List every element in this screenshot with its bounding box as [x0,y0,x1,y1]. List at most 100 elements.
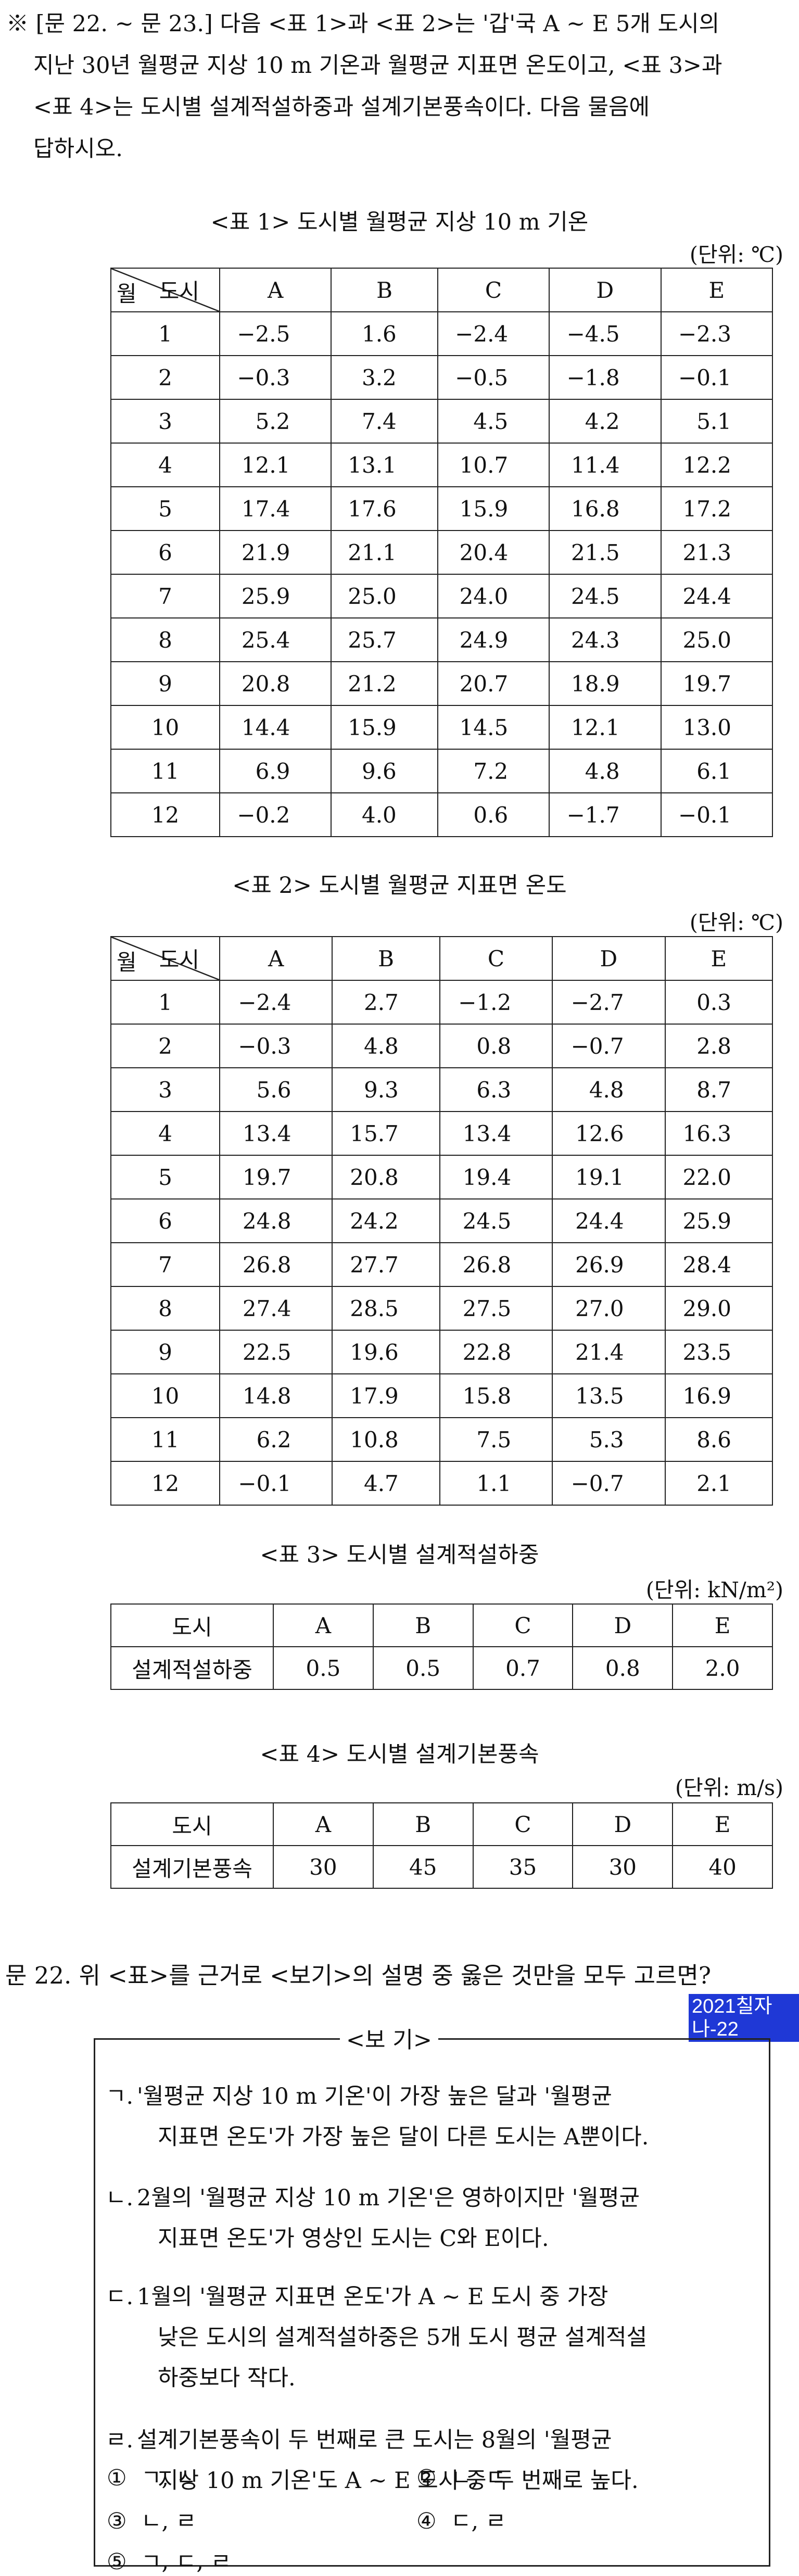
table2-cell: 24.2 [332,1198,440,1243]
table2-month-cell: 5 [110,1155,220,1199]
table2-cell: 16.9 [664,1373,773,1418]
table4-header-city: A [273,1802,374,1846]
bogi-title: <보 기> [340,2022,438,2054]
table1-caption: <표 1> 도시별 월평균 지상 10 m 기온 [210,209,589,235]
table2-month-cell: 12 [110,1461,220,1506]
intro-paragraph: ※ [문 22. ~ 문 23.] 다음 <표 1>과 <표 2>는 '갑'국 … [6,3,790,170]
table1-cell: 1.6 [331,311,438,356]
bogi-item: ㄱ. '월평균 지상 10 m 기온'이 가장 높은 달과 '월평균 지표면 온도… [106,2076,762,2157]
table1-corner: 도시 월 [110,268,220,312]
table2-cell: 8.6 [664,1417,773,1462]
table1-row: 12 −0.2 4.0 0.6 −1.7 −0.1 [110,792,773,837]
table2-row: 1 −2.4 2.7 −1.2 −2.7 0.3 [110,980,773,1025]
table1-cell: 16.8 [549,486,662,531]
table1-month-cell: 2 [110,355,220,400]
table2-cell: 0.8 [439,1024,553,1068]
choice-5[interactable]: ⑤ ㄱ, ㄷ, ㄹ [107,2544,231,2576]
table2-cell: 27.7 [332,1242,440,1287]
table1-cell: 17.6 [331,486,438,531]
table1-cell: 25.0 [331,574,438,618]
table1-row: 4 12.1 13.1 10.7 11.4 12.2 [110,443,773,487]
bogi-line: 1월의 '월평균 지표면 온도'가 A ~ E 도시 중 가장 [137,2284,608,2310]
choice-4[interactable]: ④ ㄷ, ㄹ [416,2503,506,2535]
bogi-line: 지표면 온도'가 영상인 도시는 C와 E이다. [158,2226,549,2252]
bogi-line: 하중보다 작다. [158,2365,296,2391]
table1-cell: 4.2 [549,399,662,444]
table1-month-cell: 10 [110,705,220,750]
table2-cell: 8.7 [664,1067,773,1112]
table2-corner-month: 월 [117,950,137,975]
table2-month-cell: 2 [110,1024,220,1068]
table1-cell: −0.2 [219,792,332,837]
table1-cell: 12.1 [219,443,332,487]
table2-header-city: C [439,936,553,981]
table1-corner-city: 도시 [159,279,199,304]
table1-cell: 20.8 [219,661,332,706]
table3-header-city: C [472,1603,574,1647]
table1-cell: 14.5 [437,705,550,750]
table1-cell: −0.5 [437,355,550,400]
choice-2[interactable]: ② ㄴ, ㄷ [416,2460,506,2492]
table2-cell: 6.2 [219,1417,333,1462]
table1-cell: 17.2 [660,486,773,531]
table2-cell: −2.7 [552,980,666,1025]
table1-cell: 15.9 [331,705,438,750]
bogi-item: ㄴ. 2월의 '월평균 지상 10 m 기온'은 영하이지만 '월평균 지표면 온… [106,2178,762,2259]
table1-cell: 25.0 [660,617,773,662]
table2-cell: 0.3 [664,980,773,1025]
table1-row: 7 25.9 25.0 24.0 24.5 24.4 [110,574,773,618]
table2-corner-city: 도시 [159,947,199,973]
table1-cell: 21.1 [331,530,438,575]
table1-cell: 25.4 [219,617,332,662]
table2-cell: 5.6 [219,1067,333,1112]
table1-row: 8 25.4 25.7 24.9 24.3 25.0 [110,617,773,662]
table2-cell: 21.4 [552,1330,666,1374]
table2-cell: 15.8 [439,1373,553,1418]
table1-cell: 7.2 [437,749,550,793]
table1-cell: 4.0 [331,792,438,837]
table4-caption: <표 4> 도시별 설계기본풍속 [260,1741,539,1767]
table2-cell: −0.1 [219,1461,333,1506]
bogi-line: 2월의 '월평균 지상 10 m 기온'은 영하이지만 '월평균 [137,2185,640,2211]
table2-cell: −1.2 [439,980,553,1025]
table2-cell: 1.1 [439,1461,553,1506]
intro-line: 지난 30년 월평균 지상 10 m 기온과 월평균 지표면 온도이고, <표 … [33,53,722,79]
table1-header-city: D [549,268,662,312]
table1-month-cell: 9 [110,661,220,706]
choice-text: ㄴ, ㄷ [450,2465,506,2491]
question-text: 문 22. 위 <표>를 근거로 <보기>의 설명 중 옳은 것만을 모두 고르… [5,1962,712,1989]
choice-number: ⑤ [107,2549,127,2575]
table2-cell: 27.0 [552,1286,666,1331]
bogi-marker: ㄹ. [106,2427,134,2453]
choice-number: ④ [416,2508,437,2534]
choice-text: ㄱ, ㄴ [141,2465,197,2491]
table2-cell: −0.7 [552,1461,666,1506]
choice-1[interactable]: ① ㄱ, ㄴ [107,2460,196,2492]
table1-cell: 12.1 [549,705,662,750]
table1-cell: −0.1 [660,355,773,400]
choice-3[interactable]: ③ ㄴ, ㄹ [107,2503,196,2535]
table2-cell: 28.4 [664,1242,773,1287]
choice-text: ㄴ, ㄹ [141,2508,197,2534]
table2-row: 2 −0.3 4.8 0.8 −0.7 2.8 [110,1024,773,1068]
table2-cell: 24.8 [219,1198,333,1243]
intro-line: 답하시오. [33,136,123,162]
table2-cell: −2.4 [219,980,333,1025]
table2-cell: 2.1 [664,1461,773,1506]
table1-cell: −2.3 [660,311,773,356]
table1-cell: −1.7 [549,792,662,837]
table1-cell: 3.2 [331,355,438,400]
table1-cell: 17.4 [219,486,332,531]
table1-row: 5 17.4 17.6 15.9 16.8 17.2 [110,486,773,531]
table1-cell: −2.4 [437,311,550,356]
table2-cell: 14.8 [219,1373,333,1418]
choice-number: ③ [107,2508,127,2534]
table4-header-city: D [572,1802,674,1846]
table1-cell: 25.9 [219,574,332,618]
table3-row-label: 설계적설하중 [110,1646,274,1690]
table2-cell: 10.8 [332,1417,440,1462]
table2-cell: 25.9 [664,1198,773,1243]
table1-cell: 11.4 [549,443,662,487]
bogi-marker: ㄷ. [106,2284,134,2310]
table1-cell: 6.1 [660,749,773,793]
